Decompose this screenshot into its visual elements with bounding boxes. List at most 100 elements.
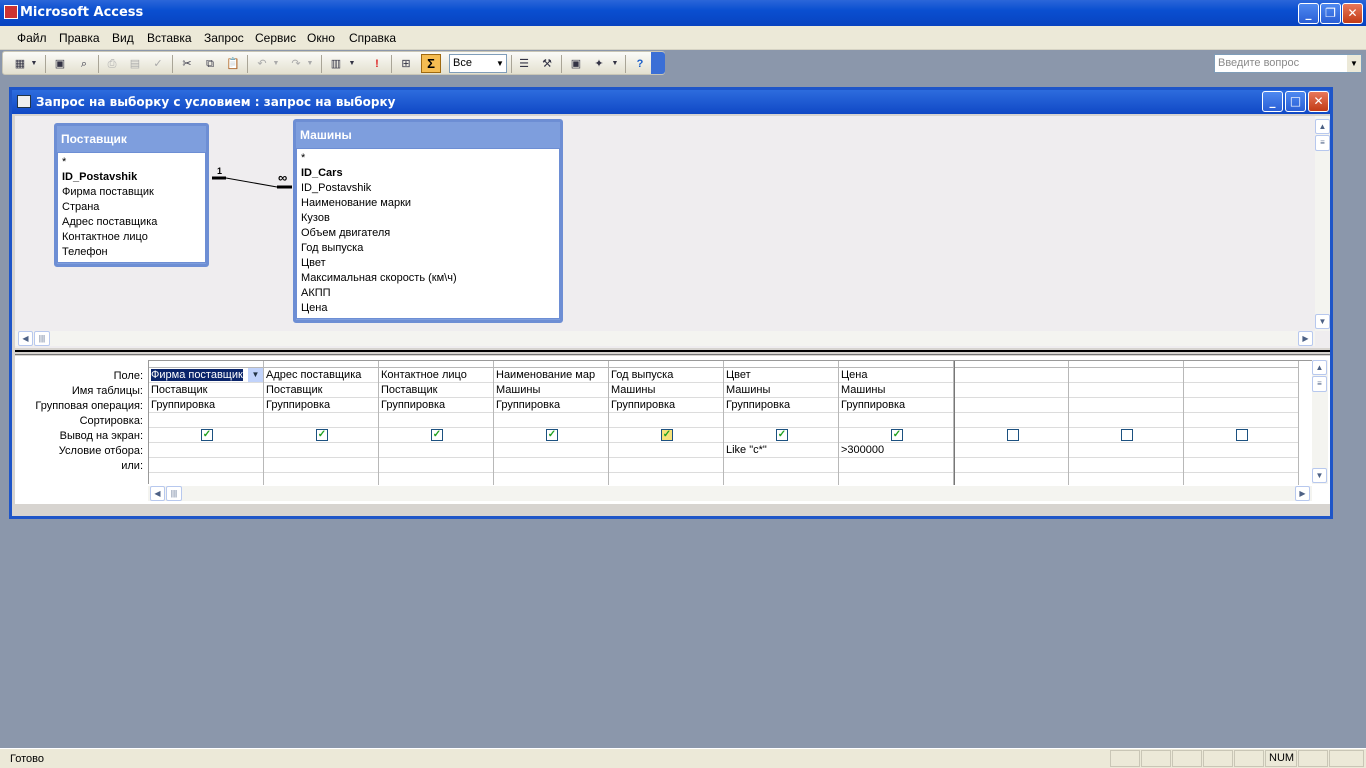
field-item[interactable]: * [62,155,201,170]
or-cell[interactable] [379,458,493,473]
field-cell[interactable]: Цена [839,368,953,383]
scroll-up-icon[interactable]: ▲ [1312,360,1327,375]
access-app-icon[interactable] [4,5,18,19]
top-values-dropdown-icon[interactable]: ▼ [494,55,506,72]
sort-cell[interactable] [1069,413,1183,428]
table-cell[interactable]: Поставщик [379,383,493,398]
new-object-dropdown-icon[interactable]: ▼ [610,55,620,73]
show-checkbox[interactable]: ✓ [201,429,213,441]
new-object-icon[interactable]: ✦ [590,55,608,73]
table-cell[interactable]: Поставщик [149,383,263,398]
grid-column-7[interactable]: Цена Машины Группировка ✓ >300000 [839,361,954,485]
or-cell[interactable] [494,458,608,473]
view-icon[interactable]: ▦ [11,55,29,73]
group-cell[interactable]: Группировка [609,398,723,413]
or-cell[interactable] [609,458,723,473]
file-search-icon[interactable]: ⌕ [75,55,93,73]
table-postavshik-title[interactable]: Поставщик [57,126,206,152]
table-pane-vertical-scrollbar[interactable]: ▲ ≡ ▼ [1315,116,1330,331]
grid-column-2[interactable]: Адрес поставщика Поставщик Группировка ✓ [264,361,379,485]
grid-column-8[interactable] [954,361,1069,485]
copy-icon[interactable]: ⧉ [201,55,219,73]
group-cell[interactable]: Группировка [494,398,608,413]
menu-tools[interactable]: Сервис [255,31,296,45]
show-checkbox[interactable]: ✓ [316,429,328,441]
save-icon[interactable]: ▣ [51,55,69,73]
table-cell[interactable]: Машины [724,383,838,398]
criteria-cell[interactable]: >300000 [839,443,953,458]
group-cell[interactable]: Группировка [149,398,263,413]
criteria-cell[interactable] [609,443,723,458]
table-postavshik[interactable]: Поставщик * ID_Postavshik Фирма поставщи… [54,123,209,267]
field-dropdown-icon[interactable]: ▼ [248,368,263,382]
or-cell[interactable] [955,458,1068,473]
criteria-cell[interactable] [1069,443,1183,458]
scroll-right-icon[interactable]: ▶ [1298,331,1313,346]
field-item[interactable]: ID_Postavshik [301,181,555,196]
or-cell[interactable] [839,458,953,473]
query-type-dropdown-icon[interactable]: ▼ [347,55,357,73]
column-selector[interactable] [724,361,838,368]
table-cell[interactable] [955,383,1068,398]
group-cell[interactable] [1184,398,1298,413]
criteria-cell[interactable] [379,443,493,458]
field-cell[interactable]: Наименование мар [494,368,608,383]
or-cell[interactable] [1069,458,1183,473]
group-cell[interactable] [955,398,1068,413]
view-dropdown-icon[interactable]: ▼ [29,55,39,73]
grid-vertical-scrollbar[interactable]: ▲ ≡ ▼ [1312,360,1328,484]
menu-help[interactable]: Справка [349,31,396,45]
field-cell[interactable]: Фирма поставщик ▼ [149,368,263,383]
table-cell[interactable]: Поставщик [264,383,378,398]
scroll-thumb[interactable]: ||| [166,486,182,501]
column-selector[interactable] [839,361,953,368]
show-checkbox[interactable]: ✓ [546,429,558,441]
show-checkbox[interactable]: ✓ [661,429,673,441]
criteria-cell[interactable] [149,443,263,458]
grid-horizontal-scrollbar[interactable]: ◀ ||| ▶ [148,486,1312,501]
toolbar-options-icon[interactable] [651,52,665,74]
field-item[interactable]: Цвет [301,256,555,271]
show-checkbox[interactable] [1121,429,1133,441]
sort-cell[interactable] [955,413,1068,428]
ask-dropdown-icon[interactable]: ▼ [1347,55,1361,72]
grid-column-9[interactable] [1069,361,1184,485]
field-item[interactable]: Наименование марки [301,196,555,211]
undo-icon[interactable]: ↶ [253,55,271,73]
print-icon[interactable]: ⎙ [103,55,121,73]
criteria-cell[interactable] [494,443,608,458]
sort-cell[interactable] [379,413,493,428]
show-checkbox[interactable]: ✓ [891,429,903,441]
field-item[interactable]: Контактное лицо [62,230,201,245]
field-item[interactable]: Максимальная скорость (км\ч) [301,271,555,286]
scroll-left-icon[interactable]: ◀ [150,486,165,501]
field-cell[interactable] [1069,368,1183,383]
field-item-primary-key[interactable]: ID_Postavshik [62,170,201,185]
table-pane-horizontal-scrollbar[interactable]: ◀ ||| ▶ [15,331,1315,346]
criteria-cell[interactable]: Like "c*" [724,443,838,458]
scroll-thumb[interactable]: ||| [34,331,50,346]
or-cell[interactable] [724,458,838,473]
close-icon[interactable]: ✕ [1342,3,1363,24]
query-maximize-icon[interactable]: □ [1285,91,1306,112]
field-cell[interactable]: Цвет [724,368,838,383]
query-minimize-icon[interactable]: _ [1262,91,1283,112]
field-item[interactable]: Адрес поставщика [62,215,201,230]
criteria-cell[interactable] [955,443,1068,458]
scroll-thumb[interactable]: ≡ [1315,135,1330,151]
column-selector[interactable] [264,361,378,368]
criteria-cell[interactable] [264,443,378,458]
scroll-right-icon[interactable]: ▶ [1295,486,1310,501]
column-selector[interactable] [149,361,263,368]
grid-column-4[interactable]: Наименование мар Машины Группировка ✓ [494,361,609,485]
menu-window[interactable]: Окно [307,31,335,45]
show-checkbox[interactable] [1006,429,1019,441]
grid-column-10[interactable] [1184,361,1299,485]
field-item[interactable]: * [301,151,555,166]
show-table-icon[interactable]: ⊞ [397,55,415,73]
field-cell[interactable]: Контактное лицо [379,368,493,383]
redo-dropdown-icon[interactable]: ▼ [305,55,315,73]
field-item[interactable]: Кузов [301,211,555,226]
sort-cell[interactable] [839,413,953,428]
sort-cell[interactable] [494,413,608,428]
